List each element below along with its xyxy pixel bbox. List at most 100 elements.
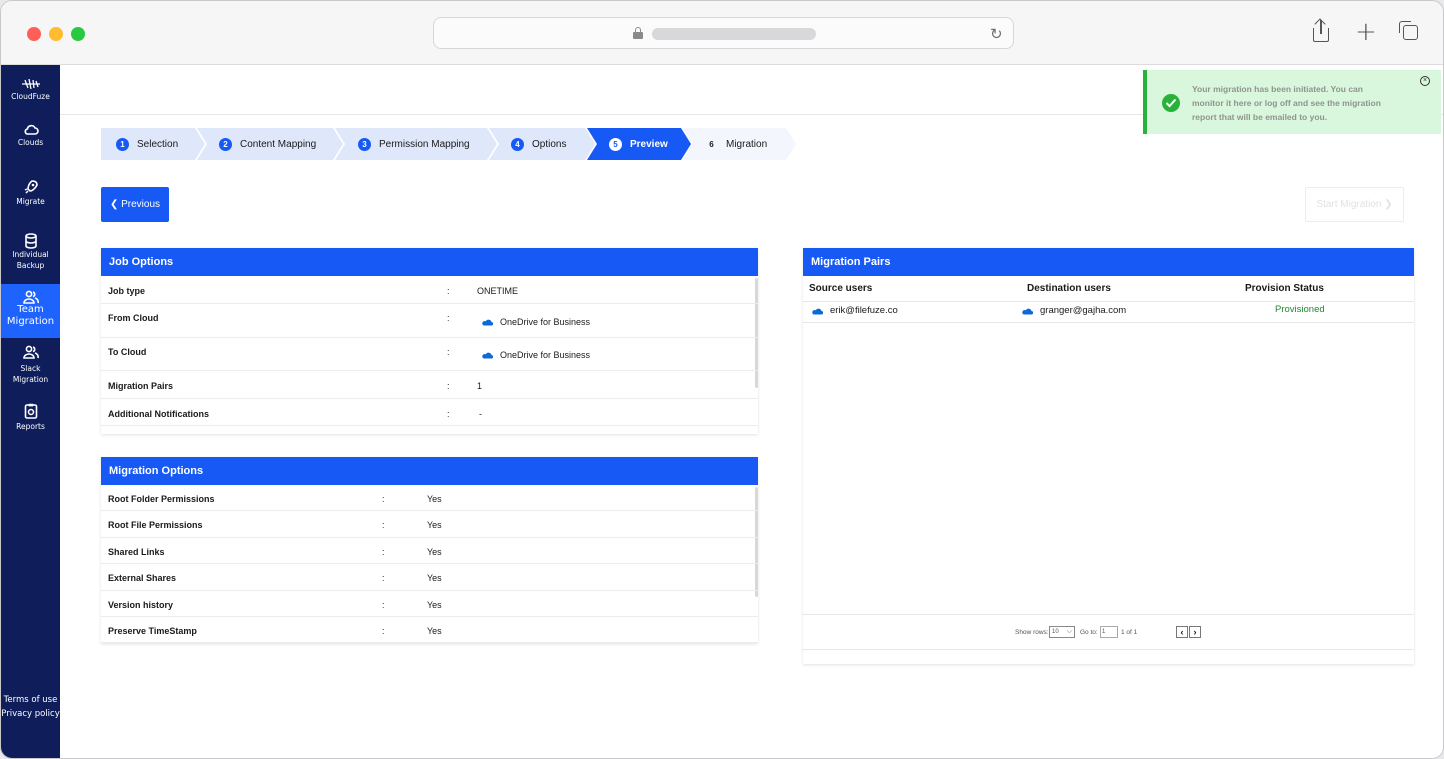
option-row: Version history : Yes bbox=[101, 591, 758, 617]
step-label: Preview bbox=[630, 138, 668, 150]
step-label: Content Mapping bbox=[240, 138, 317, 150]
tab-overview-icon[interactable] bbox=[1399, 21, 1419, 41]
step-preview[interactable]: 5 Preview bbox=[587, 128, 691, 160]
row-key: Migration Pairs bbox=[108, 381, 174, 391]
provision-status: Provisioned bbox=[1275, 304, 1325, 315]
row-key: Preserve TimeStamp bbox=[108, 626, 197, 636]
table-row: erik@filefuze.co granger@gajha.com Provi… bbox=[803, 302, 1414, 323]
row-value: OneDrive for Business bbox=[481, 350, 590, 360]
onedrive-icon bbox=[482, 352, 493, 359]
step-content-mapping[interactable]: 2 Content Mapping bbox=[197, 128, 343, 160]
browser-toolbar: ↻ + bbox=[1, 1, 1443, 65]
job-row: From Cloud : OneDrive for Business bbox=[101, 304, 758, 338]
onedrive-icon bbox=[482, 319, 493, 326]
sidebar-item-label: Individual Backup bbox=[12, 250, 49, 270]
step-options[interactable]: 4 Options bbox=[489, 128, 595, 160]
step-number: 4 bbox=[511, 138, 524, 151]
step-migration[interactable]: 6 Migration bbox=[683, 128, 796, 160]
prev-page-icon[interactable]: ‹ bbox=[1176, 626, 1188, 638]
row-separator: : bbox=[382, 547, 385, 557]
destination-user-email: granger@gajha.com bbox=[1040, 305, 1127, 316]
share-icon[interactable] bbox=[1311, 18, 1331, 45]
row-key: External Shares bbox=[108, 573, 177, 583]
step-number: 2 bbox=[219, 138, 232, 151]
step-label: Permission Mapping bbox=[379, 138, 470, 150]
step-number: 3 bbox=[358, 138, 371, 151]
step-number: 5 bbox=[609, 138, 622, 151]
row-key: Shared Links bbox=[108, 547, 165, 557]
destination-user-cell: granger@gajha.com bbox=[1021, 305, 1126, 316]
step-label: Migration bbox=[726, 138, 768, 150]
row-separator: : bbox=[382, 494, 385, 504]
step-permission-mapping[interactable]: 3 Permission Mapping bbox=[335, 128, 497, 160]
sidebar-item-slack-migration[interactable]: Slack Migration bbox=[1, 345, 60, 385]
row-value: Yes bbox=[427, 626, 442, 636]
row-separator: : bbox=[447, 286, 450, 296]
row-value: 1 bbox=[477, 381, 483, 391]
show-rows-label: Show rows: bbox=[1015, 629, 1049, 636]
sidebar-item-label: Clouds bbox=[17, 138, 44, 147]
next-page-icon[interactable]: › bbox=[1189, 626, 1201, 638]
chevron-down-icon: ⌵ bbox=[1066, 628, 1072, 635]
row-separator: : bbox=[382, 600, 385, 610]
pairs-table-header: Source users Destination users Provision… bbox=[803, 276, 1414, 302]
row-key: Root Folder Permissions bbox=[108, 494, 215, 504]
row-separator: : bbox=[382, 626, 385, 636]
step-selection[interactable]: 1 Selection bbox=[101, 128, 205, 160]
option-row: Root Folder Permissions : Yes bbox=[101, 485, 758, 511]
cloudfuze-logo-icon bbox=[21, 78, 40, 90]
row-key: Root File Permissions bbox=[108, 520, 203, 530]
column-header-status: Provision Status bbox=[1245, 283, 1324, 294]
step-number: 6 bbox=[709, 139, 714, 149]
privacy-policy-link[interactable]: Privacy policy bbox=[1, 707, 60, 721]
row-key: Version history bbox=[108, 600, 174, 610]
terms-of-use-link[interactable]: Terms of use bbox=[1, 693, 60, 707]
row-value: Yes bbox=[427, 600, 442, 610]
database-icon bbox=[24, 233, 37, 249]
address-bar[interactable]: ↻ bbox=[433, 17, 1014, 49]
cloud-icon bbox=[23, 124, 39, 135]
row-value: Yes bbox=[427, 520, 442, 530]
sidebar-item-migrate[interactable]: Migrate bbox=[1, 179, 60, 207]
rows-per-page-select[interactable]: 10 ⌵ bbox=[1049, 626, 1075, 638]
start-migration-button[interactable]: Start Migration ❯ bbox=[1305, 187, 1404, 222]
url-placeholder bbox=[652, 28, 816, 40]
close-icon[interactable]: × bbox=[1420, 76, 1430, 86]
sidebar-item-reports[interactable]: Reports bbox=[1, 403, 60, 432]
sidebar: CloudFuze Clouds Migrate Individual Back… bbox=[1, 65, 60, 758]
row-value: Yes bbox=[427, 494, 442, 504]
sidebar-logo[interactable]: CloudFuze bbox=[1, 77, 60, 102]
close-window-button[interactable] bbox=[27, 27, 41, 41]
sidebar-item-team-migration[interactable]: Team Migration bbox=[1, 284, 60, 338]
users-icon bbox=[22, 290, 39, 304]
cloud-name: OneDrive for Business bbox=[500, 350, 591, 360]
source-user-email: erik@filefuze.co bbox=[830, 305, 898, 316]
users-icon bbox=[22, 345, 39, 359]
row-separator: : bbox=[382, 573, 385, 583]
row-value: OneDrive for Business bbox=[481, 317, 590, 327]
option-row: Root File Permissions : Yes bbox=[101, 511, 758, 538]
logo-label: CloudFuze bbox=[11, 92, 50, 101]
migration-pairs-panel: Migration Pairs Source users Destination… bbox=[803, 248, 1414, 664]
sidebar-item-label: Reports bbox=[16, 422, 45, 431]
sidebar-item-individual-backup[interactable]: Individual Backup bbox=[1, 233, 60, 271]
zoom-window-button[interactable] bbox=[71, 27, 85, 41]
new-tab-icon[interactable]: + bbox=[1355, 17, 1377, 47]
success-toast: Your migration has been initiated. You c… bbox=[1143, 70, 1441, 134]
check-circle-icon bbox=[1162, 94, 1180, 112]
option-row: Shared Links : Yes bbox=[101, 538, 758, 564]
sidebar-item-label: Team Migration bbox=[6, 304, 55, 327]
row-separator: : bbox=[447, 381, 450, 391]
minimize-window-button[interactable] bbox=[49, 27, 63, 41]
row-value: - bbox=[479, 409, 482, 419]
previous-button[interactable]: ❮ Previous bbox=[101, 187, 169, 222]
row-separator: : bbox=[447, 313, 450, 323]
sidebar-item-clouds[interactable]: Clouds bbox=[1, 123, 60, 148]
goto-page-input[interactable]: 1 bbox=[1100, 626, 1118, 638]
main-content: 1 Selection 2 Content Mapping 3 Permissi… bbox=[60, 65, 1443, 758]
job-row: Migration Pairs : 1 bbox=[101, 371, 758, 399]
reload-icon[interactable]: ↻ bbox=[990, 25, 1003, 43]
row-key: Job type bbox=[108, 286, 146, 296]
report-icon bbox=[24, 403, 37, 419]
step-label: Options bbox=[532, 138, 567, 150]
